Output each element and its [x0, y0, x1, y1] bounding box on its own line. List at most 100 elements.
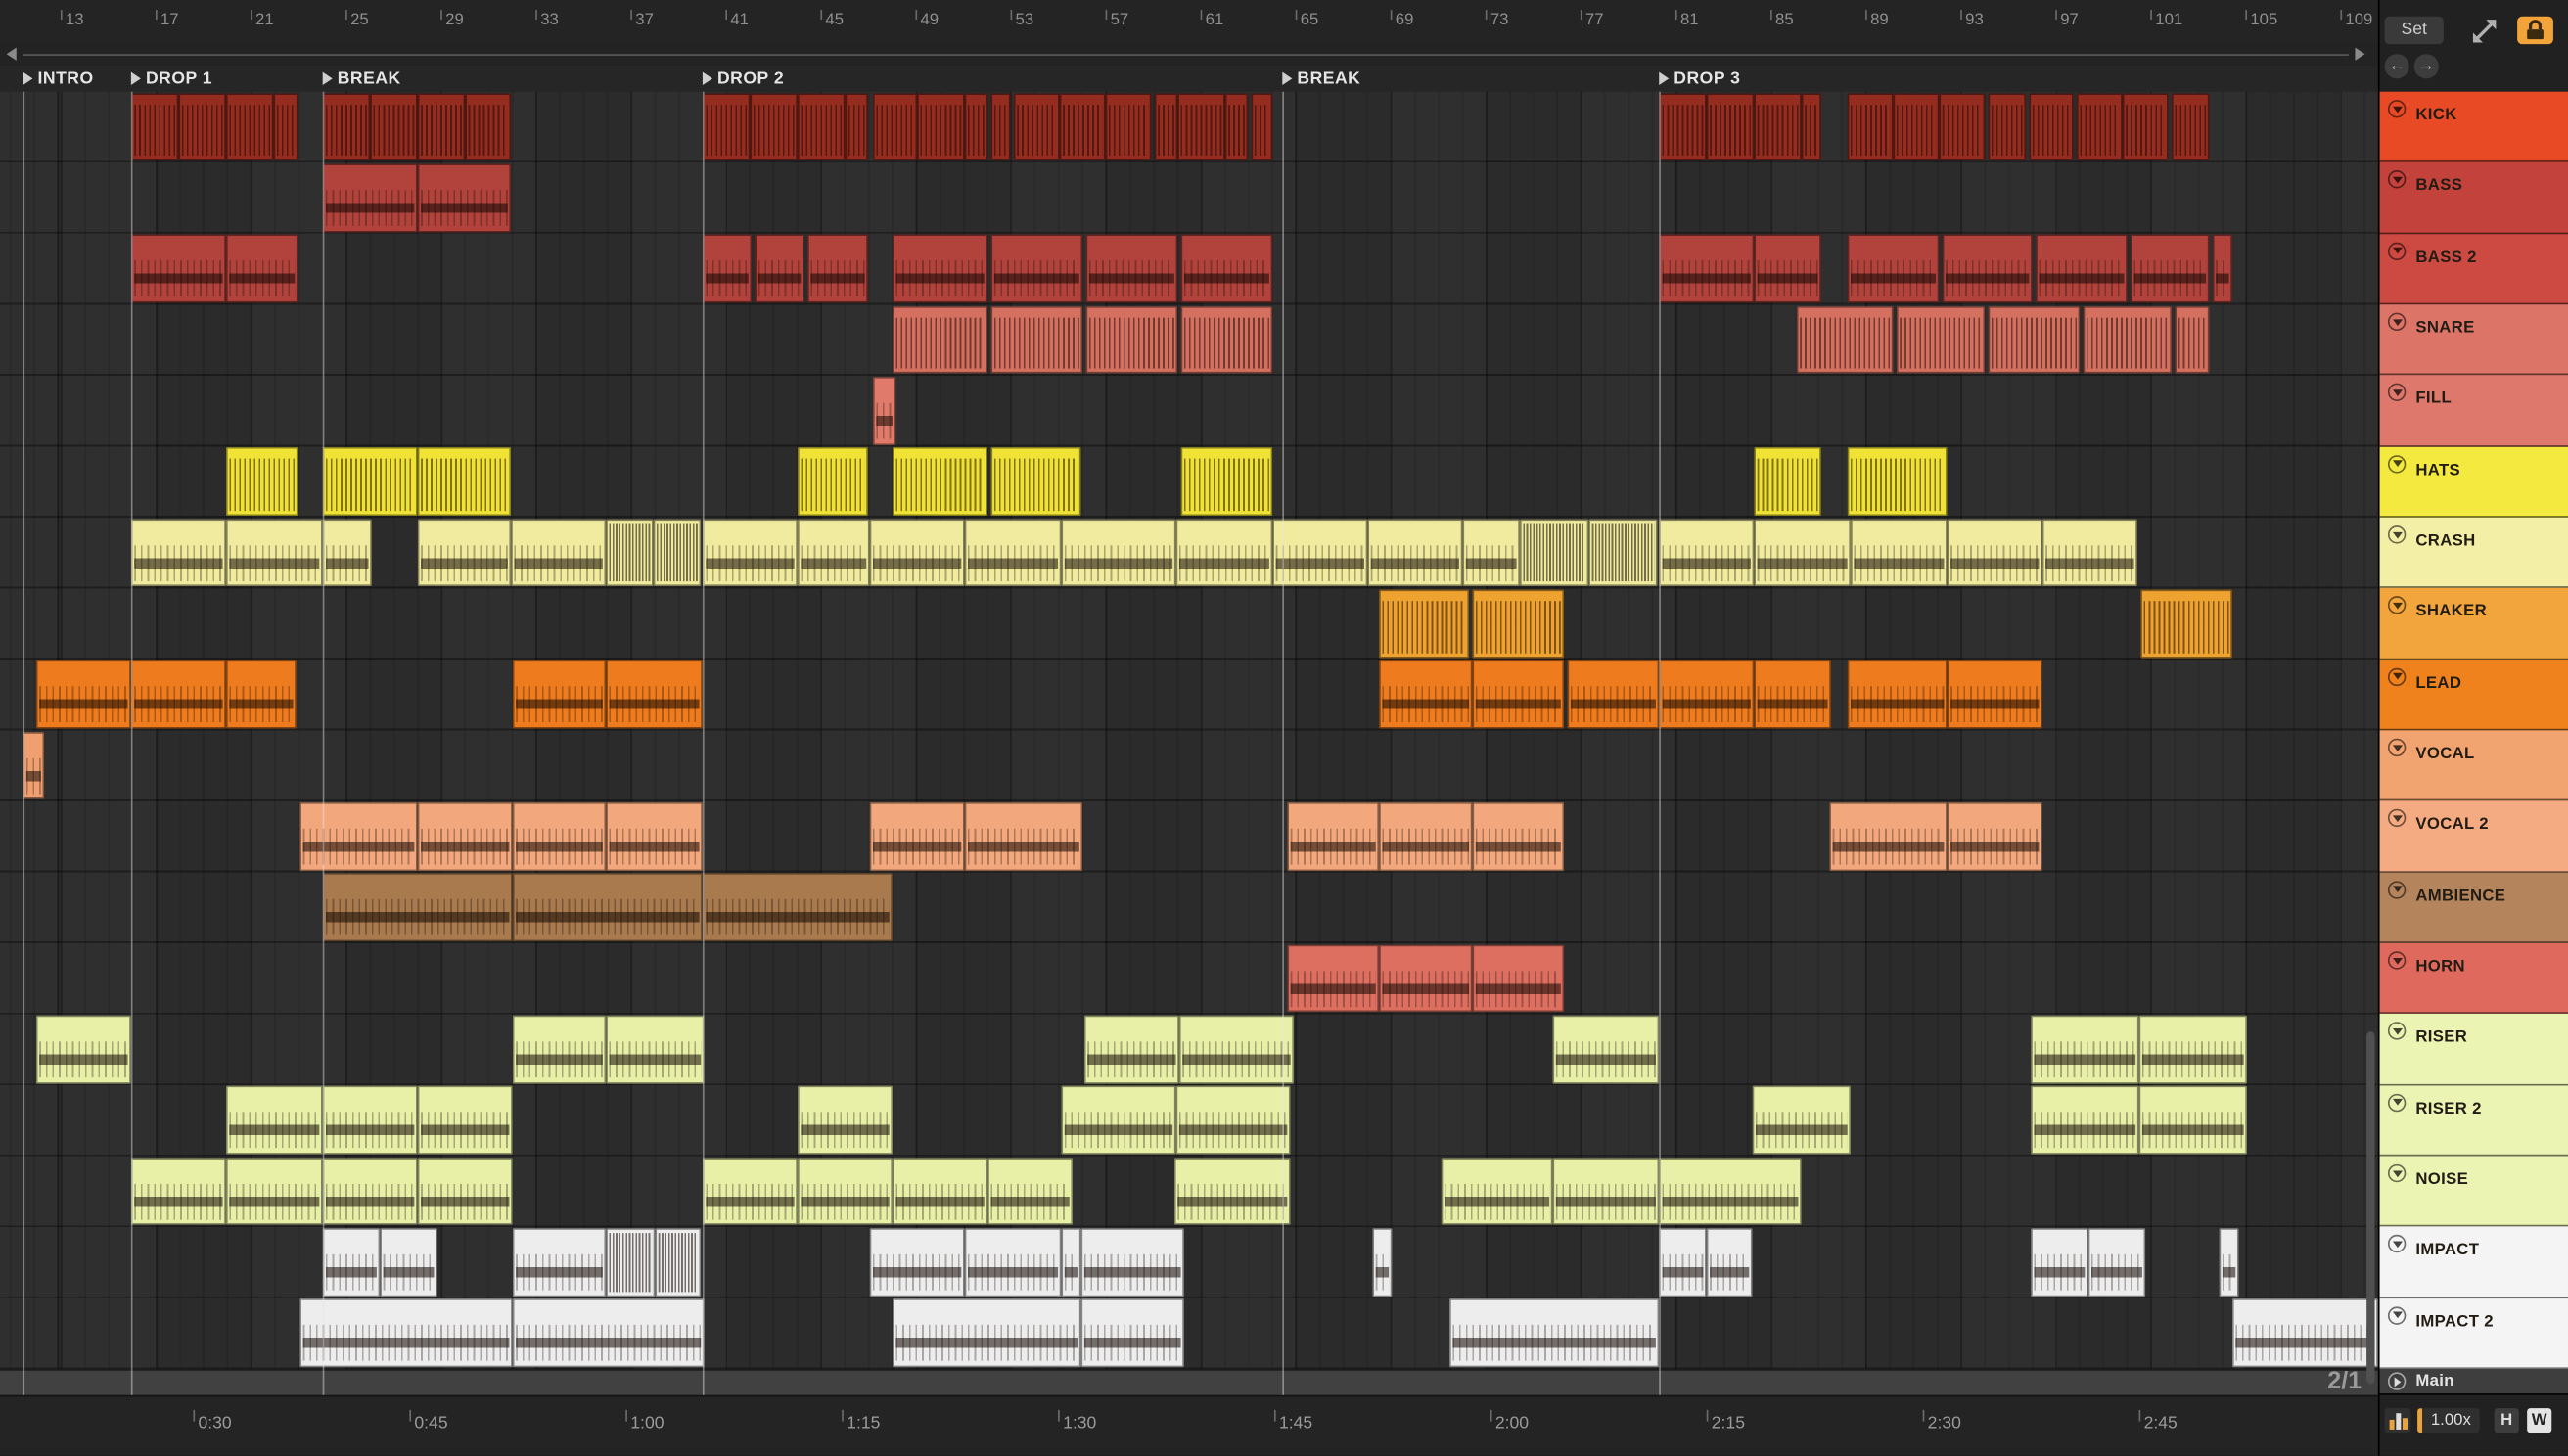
- clip-kick[interactable]: [1251, 92, 1273, 161]
- clip-hats[interactable]: [797, 447, 868, 517]
- clip-bass-2[interactable]: [2131, 234, 2210, 303]
- clip-riser[interactable]: [1552, 1015, 1660, 1084]
- clip-lead[interactable]: [1379, 660, 1473, 729]
- clip-kick[interactable]: [1847, 92, 1894, 161]
- clip-bass-2[interactable]: [225, 234, 298, 303]
- clip-crash[interactable]: [964, 518, 1062, 587]
- clip-vocal-2[interactable]: [1472, 801, 1565, 871]
- clip-crash[interactable]: [322, 518, 372, 587]
- clip-shaker[interactable]: [2140, 589, 2232, 659]
- fold-icon[interactable]: [2387, 809, 2407, 828]
- clip-lead[interactable]: [35, 660, 131, 729]
- clip-impact[interactable]: [380, 1227, 437, 1297]
- clip-riser[interactable]: [1083, 1015, 1179, 1084]
- clip-lead[interactable]: [1567, 660, 1660, 729]
- fold-icon[interactable]: [2387, 170, 2407, 189]
- clip-riser-2[interactable]: [2138, 1085, 2247, 1155]
- clip-vocal-2[interactable]: [1829, 801, 1948, 871]
- clip-kick[interactable]: [417, 92, 466, 161]
- clip-shaker[interactable]: [1472, 589, 1565, 659]
- clip-lead[interactable]: [1472, 660, 1565, 729]
- clip-crash[interactable]: [1851, 518, 1948, 587]
- fold-icon[interactable]: [2387, 880, 2407, 899]
- clip-hats[interactable]: [322, 447, 418, 517]
- clip-vocal-2[interactable]: [964, 801, 1083, 871]
- clip-impact[interactable]: [655, 1227, 702, 1297]
- clip-kick[interactable]: [273, 92, 298, 161]
- clip-impact[interactable]: [869, 1227, 965, 1297]
- clip-ambience[interactable]: [512, 873, 703, 942]
- clip-noise[interactable]: [987, 1157, 1074, 1226]
- clip-vocal-2[interactable]: [1947, 801, 2042, 871]
- clip-noise[interactable]: [1441, 1157, 1553, 1226]
- clip-noise[interactable]: [797, 1157, 894, 1226]
- locator-drop-3[interactable]: DROP 3: [1659, 68, 1740, 90]
- track-header-bass[interactable]: BASS: [2379, 162, 2568, 234]
- clip-kick[interactable]: [225, 92, 274, 161]
- track-header-noise[interactable]: NOISE: [2379, 1156, 2568, 1227]
- clip-lead[interactable]: [1847, 660, 1948, 729]
- clip-bass[interactable]: [322, 163, 418, 233]
- clip-fill[interactable]: [872, 376, 896, 445]
- clip-impact-2[interactable]: [2231, 1298, 2378, 1368]
- clip-hats[interactable]: [1180, 447, 1273, 517]
- clip-noise[interactable]: [322, 1157, 418, 1226]
- clip-crash[interactable]: [606, 518, 654, 587]
- clip-impact[interactable]: [1659, 1227, 1707, 1297]
- zoom-height-button[interactable]: H: [2494, 1408, 2519, 1433]
- clip-impact[interactable]: [1706, 1227, 1753, 1297]
- clip-kick[interactable]: [1801, 92, 1821, 161]
- locator-drop-2[interactable]: DROP 2: [702, 68, 784, 90]
- clip-impact[interactable]: [964, 1227, 1062, 1297]
- clip-noise[interactable]: [1552, 1157, 1660, 1226]
- clip-crash[interactable]: [1588, 518, 1658, 587]
- clip-impact-2[interactable]: [1449, 1298, 1660, 1368]
- fold-icon[interactable]: [2387, 1022, 2407, 1041]
- track-header-kick[interactable]: KICK: [2379, 91, 2568, 163]
- clip-impact[interactable]: [1080, 1227, 1184, 1297]
- clip-bass-2[interactable]: [1942, 234, 2033, 303]
- scroll-right-arrow-icon[interactable]: [2355, 47, 2365, 61]
- clip-crash[interactable]: [1175, 518, 1273, 587]
- locator-break[interactable]: BREAK: [322, 68, 401, 90]
- clip-kick[interactable]: [1706, 92, 1755, 161]
- clip-riser[interactable]: [2138, 1015, 2247, 1084]
- clip-kick[interactable]: [1013, 92, 1060, 161]
- clip-kick[interactable]: [845, 92, 868, 161]
- locator-break[interactable]: BREAK: [1282, 68, 1360, 90]
- clip-horn[interactable]: [1287, 943, 1380, 1013]
- track-header-hats[interactable]: HATS: [2379, 446, 2568, 518]
- clip-crash[interactable]: [1947, 518, 2042, 587]
- clip-bass[interactable]: [417, 163, 512, 233]
- clip-kick[interactable]: [2076, 92, 2123, 161]
- clip-kick[interactable]: [465, 92, 512, 161]
- track-header-crash[interactable]: CRASH: [2379, 517, 2568, 589]
- clip-crash[interactable]: [417, 518, 512, 587]
- clip-bass-2[interactable]: [130, 234, 226, 303]
- clip-kick[interactable]: [797, 92, 846, 161]
- clip-impact-2[interactable]: [512, 1298, 705, 1368]
- clip-riser[interactable]: [1178, 1015, 1295, 1084]
- clip-hats[interactable]: [893, 447, 988, 517]
- track-header-riser-2[interactable]: RISER 2: [2379, 1084, 2568, 1157]
- track-header-riser[interactable]: RISER: [2379, 1014, 2568, 1085]
- clip-kick[interactable]: [750, 92, 798, 161]
- back-arrow-button[interactable]: ←: [2384, 54, 2409, 79]
- clip-vocal-2[interactable]: [512, 801, 607, 871]
- clip-bass-2[interactable]: [1847, 234, 1940, 303]
- zoom-width-button[interactable]: W: [2527, 1408, 2552, 1433]
- clip-riser-2[interactable]: [1175, 1085, 1291, 1155]
- clip-crash[interactable]: [1754, 518, 1852, 587]
- track-header-impact-2[interactable]: IMPACT 2: [2379, 1297, 2568, 1369]
- clip-horn[interactable]: [1472, 943, 1565, 1013]
- clip-lead[interactable]: [1659, 660, 1755, 729]
- clip-snare[interactable]: [2175, 305, 2210, 375]
- main-track-lane[interactable]: 2/1: [0, 1367, 2378, 1395]
- track-header-snare[interactable]: SNARE: [2379, 304, 2568, 376]
- clip-snare[interactable]: [1180, 305, 1273, 375]
- clip-riser[interactable]: [606, 1015, 705, 1084]
- audio-engine-icon[interactable]: [2384, 1408, 2411, 1433]
- clip-snare[interactable]: [2083, 305, 2173, 375]
- clip-ambience[interactable]: [322, 873, 513, 942]
- clip-impact-2[interactable]: [1080, 1298, 1184, 1368]
